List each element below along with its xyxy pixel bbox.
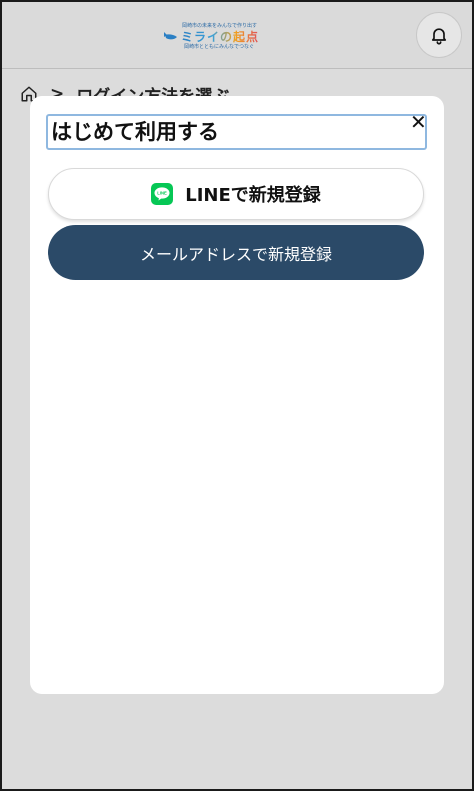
signup-modal: はじめて利用する ✕ LINE LINEで新規登録 メールアドレスで新規登録	[30, 96, 444, 694]
email-signup-button[interactable]: メールアドレスで新規登録	[48, 225, 424, 280]
line-bubble-icon: LINE	[154, 187, 170, 201]
line-signup-button[interactable]: LINE LINEで新規登録	[48, 168, 424, 220]
logo-subline: 岡崎市とともにみんなでつなぐ	[184, 44, 255, 50]
line-icon-text: LINE	[157, 191, 167, 196]
whale-logo-icon	[164, 31, 177, 39]
email-signup-label: メールアドレスで新規登録	[139, 244, 332, 264]
modal-title: はじめて利用する	[46, 114, 427, 150]
site-logo[interactable]: 岡崎市の未来をみんなで作り出す ミライの起点 岡崎市とともにみんなでつなぐ	[164, 22, 258, 50]
app-frame: 岡崎市の未来をみんなで作り出す ミライの起点 岡崎市とともにみんなでつなぐ > …	[0, 0, 474, 791]
app-header: 岡崎市の未来をみんなで作り出す ミライの起点 岡崎市とともにみんなでつなぐ	[2, 2, 472, 69]
line-icon: LINE	[151, 183, 174, 205]
bell-icon	[431, 28, 447, 45]
close-icon[interactable]: ✕	[410, 112, 427, 132]
line-signup-label: LINEで新規登録	[185, 185, 321, 206]
notification-button[interactable]	[416, 12, 462, 58]
